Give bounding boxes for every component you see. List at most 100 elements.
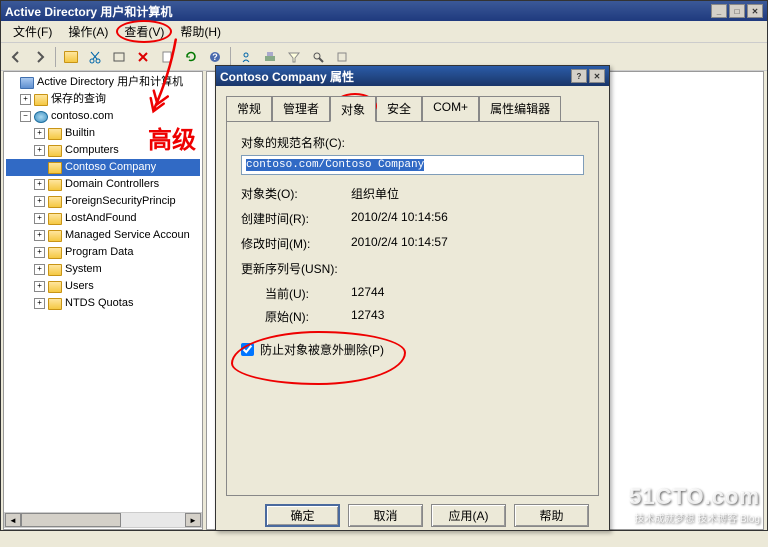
tree-domain-controllers[interactable]: +Domain Controllers bbox=[6, 176, 200, 193]
properties-icon[interactable] bbox=[156, 46, 178, 68]
row-created: 创建时间(R): 2010/2/4 10:14:56 bbox=[241, 210, 584, 227]
dialog-title: Contoso Company 属性 bbox=[220, 68, 571, 85]
tab-com[interactable]: COM+ bbox=[422, 96, 479, 121]
protect-label: 防止对象被意外删除(P) bbox=[260, 341, 384, 358]
window-controls: _ □ ✕ bbox=[711, 4, 763, 18]
tree-domain[interactable]: −contoso.com bbox=[6, 108, 200, 125]
expand-icon[interactable]: + bbox=[20, 94, 31, 105]
expand-icon[interactable]: + bbox=[34, 128, 45, 139]
tree-foreign-sec[interactable]: +ForeignSecurityPrincip bbox=[6, 193, 200, 210]
expand-icon[interactable]: + bbox=[34, 247, 45, 258]
main-titlebar: Active Directory 用户和计算机 _ □ ✕ bbox=[1, 1, 767, 21]
row-object-class: 对象类(O): 组织单位 bbox=[241, 185, 584, 202]
expand-icon[interactable]: + bbox=[34, 298, 45, 309]
menu-action[interactable]: 操作(A) bbox=[60, 21, 116, 42]
tree-managed-svc[interactable]: +Managed Service Accoun bbox=[6, 227, 200, 244]
folder-icon bbox=[34, 94, 48, 106]
properties-dialog: Contoso Company 属性 ? ✕ 常规 管理者 对象 安全 COM+… bbox=[215, 65, 610, 531]
folder-icon bbox=[48, 230, 62, 242]
menu-view[interactable]: 查看(V) bbox=[116, 20, 172, 43]
forward-button[interactable] bbox=[29, 46, 51, 68]
field-canonical: 对象的规范名称(C): contoso.com/Contoso Company bbox=[241, 134, 584, 175]
apply-button[interactable]: 应用(A) bbox=[431, 504, 506, 527]
menu-file[interactable]: 文件(F) bbox=[5, 21, 60, 42]
tree-saved-queries[interactable]: +保存的查询 bbox=[6, 91, 200, 108]
minimize-button[interactable]: _ bbox=[711, 4, 727, 18]
scroll-left-button[interactable]: ◄ bbox=[5, 513, 21, 527]
expand-icon[interactable]: + bbox=[34, 196, 45, 207]
row-usn: 更新序列号(USN): bbox=[241, 260, 584, 277]
scroll-right-button[interactable]: ► bbox=[185, 513, 201, 527]
cancel-button[interactable]: 取消 bbox=[348, 504, 423, 527]
maximize-button[interactable]: □ bbox=[729, 4, 745, 18]
tree-lostandfound[interactable]: +LostAndFound bbox=[6, 210, 200, 227]
row-current: 当前(U): 12744 bbox=[241, 285, 584, 302]
delete-icon[interactable] bbox=[132, 46, 154, 68]
close-button[interactable]: ✕ bbox=[747, 4, 763, 18]
tab-attr-editor[interactable]: 属性编辑器 bbox=[479, 96, 561, 121]
created-label: 创建时间(R): bbox=[241, 210, 351, 227]
modified-label: 修改时间(M): bbox=[241, 235, 351, 252]
help-button[interactable]: 帮助 bbox=[514, 504, 589, 527]
expand-icon[interactable]: + bbox=[34, 281, 45, 292]
expand-icon[interactable]: + bbox=[34, 264, 45, 275]
menubar: 文件(F) 操作(A) 查看(V) 帮助(H) bbox=[1, 21, 767, 43]
folder-icon bbox=[48, 298, 62, 310]
tab-managed-by[interactable]: 管理者 bbox=[272, 96, 330, 121]
ad-icon bbox=[20, 77, 34, 89]
tab-general[interactable]: 常规 bbox=[226, 96, 272, 121]
canonical-input[interactable]: contoso.com/Contoso Company bbox=[241, 155, 584, 175]
tab-object[interactable]: 对象 bbox=[330, 96, 376, 122]
toolbar-btn-5[interactable] bbox=[108, 46, 130, 68]
tab-security[interactable]: 安全 bbox=[376, 96, 422, 121]
menu-help[interactable]: 帮助(H) bbox=[172, 21, 229, 42]
ou-icon bbox=[48, 162, 62, 174]
folder-icon bbox=[48, 145, 62, 157]
toolbar-separator-2 bbox=[230, 47, 231, 67]
svg-text:?: ? bbox=[212, 52, 218, 62]
original-value: 12743 bbox=[351, 308, 384, 325]
folder-icon bbox=[48, 128, 62, 140]
protect-checkbox[interactable] bbox=[241, 343, 254, 356]
tree-users[interactable]: +Users bbox=[6, 278, 200, 295]
ok-button[interactable]: 确定 bbox=[265, 504, 340, 527]
expand-icon[interactable]: + bbox=[34, 230, 45, 241]
tree-program-data[interactable]: +Program Data bbox=[6, 244, 200, 261]
folder-icon bbox=[48, 247, 62, 259]
row-protect: 防止对象被意外删除(P) bbox=[241, 341, 584, 358]
dialog-buttons: 确定 取消 应用(A) 帮助 bbox=[226, 504, 599, 537]
current-value: 12744 bbox=[351, 285, 384, 302]
cut-icon[interactable] bbox=[84, 46, 106, 68]
row-modified: 修改时间(M): 2010/2/4 10:14:57 bbox=[241, 235, 584, 252]
row-original: 原始(N): 12743 bbox=[241, 308, 584, 325]
collapse-icon[interactable]: − bbox=[20, 111, 31, 122]
expand-icon[interactable]: + bbox=[34, 213, 45, 224]
expand-icon[interactable]: + bbox=[34, 179, 45, 190]
canonical-label: 对象的规范名称(C): bbox=[241, 134, 584, 151]
expand-icon[interactable]: + bbox=[34, 145, 45, 156]
globe-icon bbox=[34, 111, 48, 123]
new-folder-icon[interactable] bbox=[60, 46, 82, 68]
tree-ntds-quotas[interactable]: +NTDS Quotas bbox=[6, 295, 200, 312]
dialog-help-button[interactable]: ? bbox=[571, 69, 587, 83]
watermark-small: 技术成就梦想 技术博客 Blog bbox=[629, 510, 760, 525]
tree-root[interactable]: Active Directory 用户和计算机 bbox=[6, 74, 200, 91]
tree-contoso-company[interactable]: Contoso Company bbox=[6, 159, 200, 176]
dialog-close-button[interactable]: ✕ bbox=[589, 69, 605, 83]
tree-builtin[interactable]: +Builtin bbox=[6, 125, 200, 142]
tree-system[interactable]: +System bbox=[6, 261, 200, 278]
object-class-label: 对象类(O): bbox=[241, 185, 351, 202]
folder-icon bbox=[48, 213, 62, 225]
scroll-thumb[interactable] bbox=[21, 513, 121, 527]
folder-icon bbox=[48, 281, 62, 293]
window-title: Active Directory 用户和计算机 bbox=[5, 3, 711, 20]
back-button[interactable] bbox=[5, 46, 27, 68]
horizontal-scrollbar[interactable]: ◄ ► bbox=[4, 512, 202, 528]
toolbar-separator bbox=[55, 47, 56, 67]
tree-computers[interactable]: +Computers bbox=[6, 142, 200, 159]
current-label: 当前(U): bbox=[265, 285, 351, 302]
annotation-circle-checkbox bbox=[231, 331, 406, 385]
usn-label: 更新序列号(USN): bbox=[241, 260, 351, 277]
created-value: 2010/2/4 10:14:56 bbox=[351, 210, 448, 227]
refresh-icon[interactable] bbox=[180, 46, 202, 68]
